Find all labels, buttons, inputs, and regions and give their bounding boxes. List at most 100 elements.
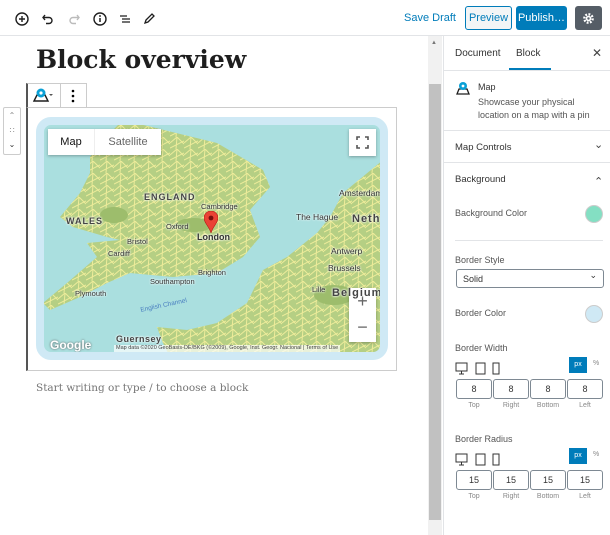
fullscreen-icon [356, 136, 369, 149]
border_width-caption: Right [502, 402, 520, 409]
map-label: London [197, 232, 230, 242]
map-label: Bristol [127, 237, 148, 246]
map-label: Oxford [166, 222, 189, 231]
settings-button[interactable] [575, 6, 602, 30]
move-up-icon[interactable]: ⌃ [4, 108, 20, 124]
chevron-down-icon: ⌄ [594, 139, 604, 151]
gear-icon [583, 12, 594, 24]
map-label: Lille [312, 285, 326, 294]
add-block-icon[interactable] [12, 9, 32, 29]
border_width-input[interactable]: 8 [567, 379, 603, 399]
page-title[interactable]: Block overview [36, 45, 246, 74]
map-label: The Hague [296, 212, 339, 222]
border-color-label: Border Color [455, 308, 507, 318]
border-color-swatch[interactable] [585, 305, 603, 323]
block-mover: ⌃ ∷ ⌄ [3, 107, 21, 155]
map-label: Cardiff [108, 249, 130, 258]
top-toolbar: Save Draft Preview Publish… [0, 0, 610, 36]
tab-block[interactable]: Block [516, 48, 540, 59]
unit-px-button[interactable]: px [569, 448, 587, 464]
border_width-input[interactable]: 8 [530, 379, 566, 399]
map-label: Neth [352, 213, 381, 225]
map-type-map[interactable]: Map [48, 129, 95, 155]
map-container[interactable]: Map Satellite + − ENGLAND WALES Cambridg… [36, 117, 388, 360]
border_radius-input[interactable]: 15 [493, 470, 529, 490]
save-draft-button[interactable]: Save Draft [404, 6, 456, 30]
tablet-icon[interactable] [475, 362, 486, 375]
block-placeholder[interactable]: Start writing or type / to choose a bloc… [36, 382, 248, 394]
move-down-icon[interactable]: ⌄ [4, 138, 20, 154]
redo-icon[interactable] [64, 9, 84, 29]
undo-icon[interactable] [38, 9, 58, 29]
preview-button[interactable]: Preview [465, 6, 512, 30]
unit-percent-button[interactable]: % [593, 360, 599, 367]
border_radius-input[interactable]: 15 [456, 470, 492, 490]
close-icon[interactable]: ✕ [592, 46, 602, 60]
block-type-button[interactable] [32, 87, 58, 105]
panel-background: Background ⌃ Background Color Border Sty… [444, 162, 610, 535]
map-marker-icon [32, 88, 53, 102]
settings-sidebar: Document Block ✕ Map Showcase your physi… [443, 36, 610, 535]
mobile-icon[interactable] [492, 362, 500, 375]
border_width-input[interactable]: 8 [493, 379, 529, 399]
border-radius-label: Border Radius [455, 434, 513, 444]
map-type-satellite[interactable]: Satellite [95, 129, 161, 155]
border_width-caption: Top [468, 402, 480, 409]
border_width-caption: Left [579, 402, 591, 409]
panel-map-controls[interactable]: Map Controls ⌄ [444, 130, 610, 162]
editor-scrollbar[interactable]: ▲ [428, 36, 442, 535]
border_radius-caption: Right [502, 493, 520, 500]
scrollbar-thumb[interactable] [429, 84, 441, 520]
terms-link[interactable]: Terms of Use [306, 345, 338, 351]
border_radius-caption: Bottom [536, 493, 560, 500]
zoom-out-button[interactable]: − [349, 315, 376, 342]
border-width-label: Border Width [455, 343, 508, 353]
chevron-up-icon[interactable]: ⌃ [594, 175, 603, 188]
drag-handle-icon[interactable]: ∷ [4, 124, 20, 138]
border_radius-caption: Top [468, 493, 480, 500]
mobile-icon[interactable] [492, 453, 500, 466]
map-label: ENGLAND [144, 192, 196, 202]
map-label: Southampton [150, 277, 195, 286]
panel-title[interactable]: Background [455, 174, 506, 185]
fullscreen-button[interactable] [349, 129, 376, 156]
border_width-input[interactable]: 8 [456, 379, 492, 399]
unit-px-button[interactable]: px [569, 357, 587, 373]
desktop-icon[interactable] [455, 453, 468, 466]
more-options-icon[interactable] [68, 88, 78, 104]
map-label: Amsterdam [339, 188, 383, 198]
unit-percent-button[interactable]: % [593, 451, 599, 458]
publish-button[interactable]: Publish… [516, 6, 567, 30]
block-description: Showcase your physical location on a map… [478, 97, 590, 120]
map-type-control: Map Satellite [48, 129, 161, 155]
border_radius-input[interactable]: 15 [567, 470, 603, 490]
border_width-caption: Bottom [536, 402, 560, 409]
list-view-icon[interactable] [115, 9, 135, 29]
border_radius-caption: Left [579, 493, 591, 500]
map-marker-icon [456, 82, 470, 95]
map-label: Cambridge [201, 202, 238, 211]
desktop-icon[interactable] [455, 362, 468, 375]
map-label: Brighton [198, 268, 226, 277]
select-value: Solid [463, 274, 484, 284]
chevron-down-icon: ⌄ [589, 270, 597, 280]
border_radius-input[interactable]: 15 [530, 470, 566, 490]
map-label: WALES [66, 216, 104, 226]
background-color-label: Background Color [455, 208, 528, 218]
tab-document[interactable]: Document [455, 48, 501, 59]
google-logo: Google [50, 338, 92, 352]
map-label: Belgium [332, 287, 383, 299]
border-style-select[interactable]: Solid ⌄ [456, 269, 604, 288]
panel-title: Map Controls [455, 142, 512, 153]
background-color-swatch[interactable] [585, 205, 603, 223]
tablet-icon[interactable] [475, 453, 486, 466]
edit-icon[interactable] [139, 9, 159, 29]
map-attribution: Map data ©2020 GeoBasis-DE/BKG (©2009), … [114, 345, 341, 352]
map-label: Antwerp [331, 246, 363, 256]
border-style-label: Border Style [455, 255, 505, 265]
map-label: Brussels [328, 263, 361, 273]
info-icon[interactable] [90, 9, 110, 29]
map-label: Plymouth [75, 289, 107, 298]
map-pin-icon[interactable] [204, 211, 218, 233]
block-name: Map [478, 82, 496, 92]
